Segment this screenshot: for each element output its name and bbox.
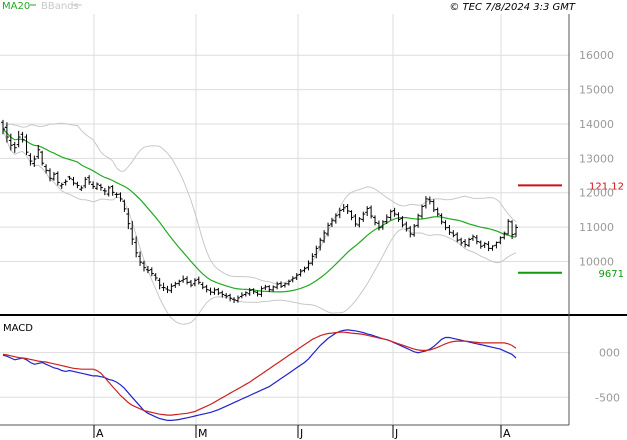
price-tick-label: 14000	[579, 118, 614, 131]
macd-tick-label: -500	[595, 391, 620, 404]
price-tick-label: 10000	[579, 255, 614, 268]
macd-tick-label: 000	[599, 347, 620, 360]
level-label: 9671	[599, 269, 624, 280]
x-tick-label: J	[394, 427, 398, 440]
price-tick-label: 11000	[579, 221, 614, 234]
legend-ma20: MA20	[2, 1, 30, 12]
x-tick-label: A	[96, 427, 104, 440]
price-tick-label: 13000	[579, 152, 614, 165]
chart-svg: 121.129671 16000150001400013000120001100…	[0, 0, 627, 440]
copyright-credit: © TEC 7/8/2024 3:3 GMT	[449, 2, 576, 13]
legend-bbands: BBands	[41, 1, 79, 12]
price-tick-label: 12000	[579, 187, 614, 200]
x-tick-label: M	[198, 427, 208, 440]
x-tick-label: A	[503, 427, 511, 440]
price-tick-label: 16000	[579, 49, 614, 62]
price-tick-label: 15000	[579, 84, 614, 97]
x-tick-label: J	[299, 427, 303, 440]
macd-title: MACD	[3, 323, 33, 334]
